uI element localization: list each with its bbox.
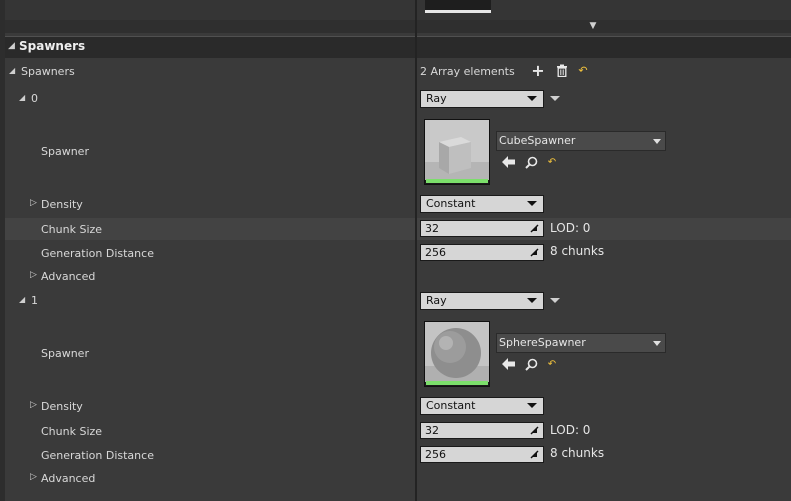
expand-triangle-icon[interactable]: ▷ xyxy=(30,198,37,208)
expand-triangle-icon[interactable]: ▷ xyxy=(30,472,37,482)
asset-picker[interactable]: CubeSpawner xyxy=(496,131,666,151)
magnifier-icon[interactable] xyxy=(524,358,538,372)
drag-handle-icon[interactable] xyxy=(529,247,540,258)
spawner-label: Spawner xyxy=(41,145,89,158)
collapse-triangle-icon[interactable]: ◢ xyxy=(8,41,18,51)
reset-arrow-icon[interactable]: ↶ xyxy=(545,156,559,170)
density-combo[interactable]: Constant xyxy=(420,397,544,415)
asset-thumbnail[interactable] xyxy=(424,321,490,387)
trash-icon[interactable] xyxy=(555,64,569,78)
thumbnail-status-bar xyxy=(426,179,488,183)
generation-distance-value: 256 xyxy=(425,246,446,259)
density-combo[interactable]: Constant xyxy=(420,195,544,213)
advanced-label: Advanced xyxy=(41,472,96,485)
generation-distance-label: Generation Distance xyxy=(41,449,154,462)
chunk-size-label: Chunk Size xyxy=(41,425,103,438)
advanced-label: Advanced xyxy=(41,270,96,283)
chunk-size-input[interactable]: 32 xyxy=(420,422,544,439)
element-index: 1 xyxy=(31,294,38,307)
asset-thumbnail[interactable] xyxy=(424,119,490,185)
density-value: Constant xyxy=(426,197,476,210)
asset-name: CubeSpawner xyxy=(499,134,576,147)
generation-distance-input[interactable]: 256 xyxy=(420,244,544,261)
reset-arrow-icon[interactable]: ↶ xyxy=(576,64,590,78)
lod-text: LOD: 0 xyxy=(550,423,591,437)
generation-distance-label: Generation Distance xyxy=(41,247,154,260)
chunk-size-label: Chunk Size xyxy=(41,223,103,236)
type-value: Ray xyxy=(426,294,447,307)
expand-triangle-icon[interactable]: ◢ xyxy=(19,295,25,304)
left-gutter xyxy=(0,0,5,501)
expand-triangle-icon[interactable]: ◢ xyxy=(9,66,15,75)
generation-distance-input[interactable]: 256 xyxy=(420,446,544,463)
previous-section-strip xyxy=(0,0,791,20)
chevron-down-icon[interactable]: ▼ xyxy=(587,21,599,32)
type-combo[interactable]: Ray xyxy=(420,292,544,310)
expand-triangle-icon[interactable]: ▷ xyxy=(30,270,37,280)
density-label: Density xyxy=(41,400,83,413)
chunk-size-value: 32 xyxy=(425,424,439,437)
generation-distance-value: 256 xyxy=(425,448,446,461)
density-label: Density xyxy=(41,198,83,211)
reset-arrow-icon[interactable]: ↶ xyxy=(545,358,559,372)
details-panel: ▼ ◢ Spawners ◢ Spawners 2 Array elements… xyxy=(0,0,791,501)
category-title: Spawners xyxy=(19,39,86,53)
element-index: 0 xyxy=(31,92,38,105)
magnifier-icon[interactable] xyxy=(524,156,538,170)
drag-handle-icon[interactable] xyxy=(529,449,540,460)
type-value: Ray xyxy=(426,92,447,105)
thumbnail-status-bar xyxy=(426,381,488,385)
array-label: Spawners xyxy=(21,65,75,78)
chevron-down-icon[interactable] xyxy=(550,96,560,101)
asset-picker[interactable]: SphereSpawner xyxy=(496,333,666,353)
expand-collapse-bar[interactable] xyxy=(5,20,791,33)
array-count: 2 Array elements xyxy=(420,65,515,78)
type-combo[interactable]: Ray xyxy=(420,90,544,108)
chunk-size-input[interactable]: 32 xyxy=(420,220,544,237)
chunks-text: 8 chunks xyxy=(550,244,605,258)
arrow-left-icon[interactable] xyxy=(501,156,515,170)
arrow-left-icon[interactable] xyxy=(501,358,515,372)
chunks-text: 8 chunks xyxy=(550,446,605,460)
previous-thumbnail[interactable] xyxy=(425,0,491,13)
plus-icon[interactable]: + xyxy=(531,63,545,79)
lod-text: LOD: 0 xyxy=(550,221,591,235)
expand-triangle-icon[interactable]: ◢ xyxy=(19,93,25,102)
chunk-size-row xyxy=(5,218,791,240)
density-value: Constant xyxy=(426,399,476,412)
category-header[interactable] xyxy=(5,36,791,58)
chunk-size-value: 32 xyxy=(425,222,439,235)
expand-triangle-icon[interactable]: ▷ xyxy=(30,400,37,410)
asset-name: SphereSpawner xyxy=(499,336,586,349)
spawner-label: Spawner xyxy=(41,347,89,360)
drag-handle-icon[interactable] xyxy=(529,425,540,436)
column-splitter[interactable] xyxy=(415,0,417,501)
chevron-down-icon[interactable] xyxy=(550,298,560,303)
drag-handle-icon[interactable] xyxy=(529,223,540,234)
